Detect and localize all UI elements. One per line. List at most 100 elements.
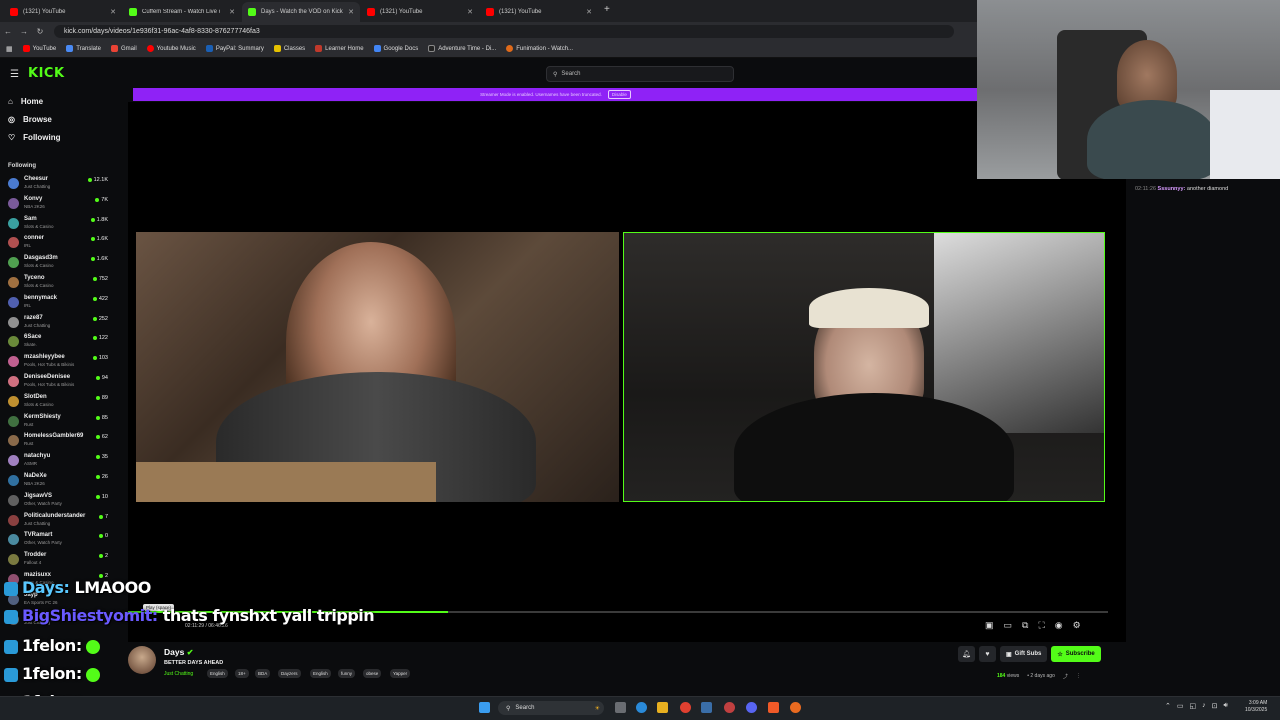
chat-icon[interactable]: ◱ [1190,702,1197,710]
sidebar-following-item[interactable]: KermShiesty Rust 85 [8,413,108,432]
bookmark-item[interactable]: YouTube [22,45,56,52]
network-icon[interactable]: ⊡ [1212,702,1218,710]
bookmark-item[interactable]: Learner Home [315,45,364,52]
close-tab-icon[interactable]: ✕ [110,8,116,16]
volume-icon[interactable]: 🔊︎ [1224,702,1228,710]
windows-start-icon[interactable] [479,702,490,713]
close-tab-icon[interactable]: ✕ [467,8,473,16]
edge-icon[interactable] [636,702,647,713]
gift-subs-button[interactable]: ▣ Gift Subs [1000,646,1048,662]
disable-button[interactable]: Disable [607,90,631,99]
theater-icon[interactable]: ▭ [1004,620,1013,631]
quality-icon[interactable]: ◉ [1055,620,1063,631]
sidebar-following-item[interactable]: TVRamart Other, Watch Party 0 [8,531,108,550]
bookmark-item[interactable]: Google Docs [373,45,418,52]
bell-icon[interactable]: 🔔︎ [958,646,975,662]
share-icon[interactable]: ⤴ [1063,673,1068,680]
sidebar-following-item[interactable]: natachyu ASMR 35 [8,452,108,471]
clip-icon[interactable]: ▣ [985,620,994,631]
sidebar-following-item[interactable]: conner IRL 1.6K [8,234,108,253]
channel-name: Trodder [24,552,47,559]
sidebar-following-item[interactable]: Dasgasd3m Slots & Casino 1.6K [8,254,108,273]
sidebar-following-item[interactable]: Konvy NBA 2K26 7K [8,195,108,214]
subscribe-button[interactable]: ☆ Subscribe [1051,646,1101,662]
apps-icon[interactable]: ▦ [6,45,13,53]
stream-category[interactable]: Just Chatting [164,671,193,677]
channel-category: Pools, Hot Tubs & Bikinis [24,382,75,387]
pip-icon[interactable]: ⧉ [1022,620,1028,631]
forward-icon[interactable]: → [16,27,32,36]
new-tab-button[interactable]: + [604,4,610,15]
sidebar-following-item[interactable]: Tyceno Slots & Casino 752 [8,274,108,293]
bookmark-item[interactable]: Classes [273,45,305,52]
follow-heart-icon[interactable]: ♥ [979,646,996,662]
sidebar-following-item[interactable]: Trodder Fallout 4 2 [8,551,108,570]
sidebar-following-item[interactable]: NaDeXe NBA 2K26 26 [8,472,108,491]
chevron-up-icon[interactable]: ⌃ [1165,702,1171,710]
tag[interactable]: English [310,669,331,678]
bookmark-item[interactable]: Youtube Music [146,45,196,52]
close-tab-icon[interactable]: ✕ [348,8,354,16]
bookmark-item[interactable]: PayPal: Summary [205,45,264,52]
bookmark-item[interactable]: Translate [66,45,101,52]
sidebar-following-item[interactable]: bennymack IRL 422 [8,294,108,313]
sidebar-following-item[interactable]: DeniseeDenisee Pools, Hot Tubs & Bikinis 9… [8,373,108,392]
fullscreen-icon[interactable]: ⛶ [1038,620,1044,631]
browser-tab[interactable]: Cuffem Stream - Watch Live on Kick✕ [123,2,241,22]
sidebar-following-item[interactable]: mzashleyybee Pools, Hot Tubs & Bikinis 103 [8,353,108,372]
tag[interactable]: English [207,669,228,678]
bookmark-item[interactable]: Gmail [111,45,137,52]
sidebar-item-home[interactable]: ⌂ Home [8,97,43,106]
brave-icon[interactable] [768,702,779,713]
tag[interactable]: Yapper [390,669,411,678]
url-bar[interactable]: kick.com/days/videos/1e936f31-96ac-4af8-… [54,24,954,38]
tag[interactable]: obese [363,669,382,678]
search-input[interactable]: ⚲ Search [546,66,734,82]
close-tab-icon[interactable]: ✕ [586,8,592,16]
tag[interactable]: funny [338,669,356,678]
sidebar-item-following[interactable]: ♡ Following [8,133,61,142]
browser-tab[interactable]: (1321) YouTube ✕ [361,2,479,22]
reload-icon[interactable]: ↻ [32,27,48,36]
bookmark-item[interactable]: Adventure Time - Di... [428,45,496,52]
sidebar-item-browse[interactable]: ◎ Browse [8,115,52,124]
overlay-chat-message: 1felon: [4,664,104,683]
settings-icon[interactable]: ⚙ [1073,620,1081,631]
tag[interactable]: BDA [255,669,271,678]
browser-tab[interactable]: (1321) YouTube ✕ [480,2,598,22]
sidebar-following-item[interactable]: Sam Slots & Casino 1.8K [8,215,108,234]
browser-tab[interactable]: (1321) YouTube ✕ [4,2,122,22]
channel-name[interactable]: Days ✔ [164,647,193,657]
more-options-icon[interactable]: ⋮ [1076,673,1081,680]
sidebar-following-item[interactable]: Politicalunderstander Just Chatting 7 [8,512,108,531]
channel-name: raze87 [24,314,43,321]
mic-icon[interactable]: ♪ [1202,702,1206,710]
sidebar-following-item[interactable]: raze87 Just Chatting 252 [8,314,108,333]
browser-tab-active[interactable]: Days - Watch the VOD on Kick ✕ [242,2,360,22]
display-icon[interactable]: ▭ [1177,702,1184,710]
taskbar-search[interactable]: ⚲ Search ☀ [498,701,604,715]
discord-icon[interactable] [746,702,757,713]
tag[interactable]: 18+ [235,669,249,678]
kick-logo[interactable]: KICK [28,66,65,81]
bookmark-item[interactable]: Funimation - Watch... [506,45,573,52]
desk [136,462,436,502]
steam-icon[interactable] [701,702,712,713]
sidebar-following-item[interactable]: JigsawVS Other, Watch Party 10 [8,492,108,511]
channel-avatar[interactable] [128,646,156,674]
tag[interactable]: Dayzers [278,669,301,678]
sidebar-following-item[interactable]: 6Sace Skate. 122 [8,333,108,352]
sidebar-following-item[interactable]: Cheesur Just Chatting 12.1K [8,175,108,194]
menu-icon[interactable]: ☰ [10,69,19,80]
chrome-icon[interactable] [680,702,691,713]
task-view-icon[interactable] [615,702,626,713]
file-explorer-icon[interactable] [657,702,668,713]
close-tab-icon[interactable]: ✕ [229,8,235,16]
app-icon[interactable] [724,702,735,713]
app-icon[interactable] [790,702,801,713]
taskbar-clock[interactable]: 3:09 AM 10/3/2025 [1245,700,1267,714]
sidebar-following-item[interactable]: HomelessGambler69 Rust 62 [8,432,108,451]
sidebar-following-item[interactable]: SlotDen Slots & Casino 89 [8,393,108,412]
live-dot-icon [92,277,97,281]
back-icon[interactable]: ← [0,27,16,36]
